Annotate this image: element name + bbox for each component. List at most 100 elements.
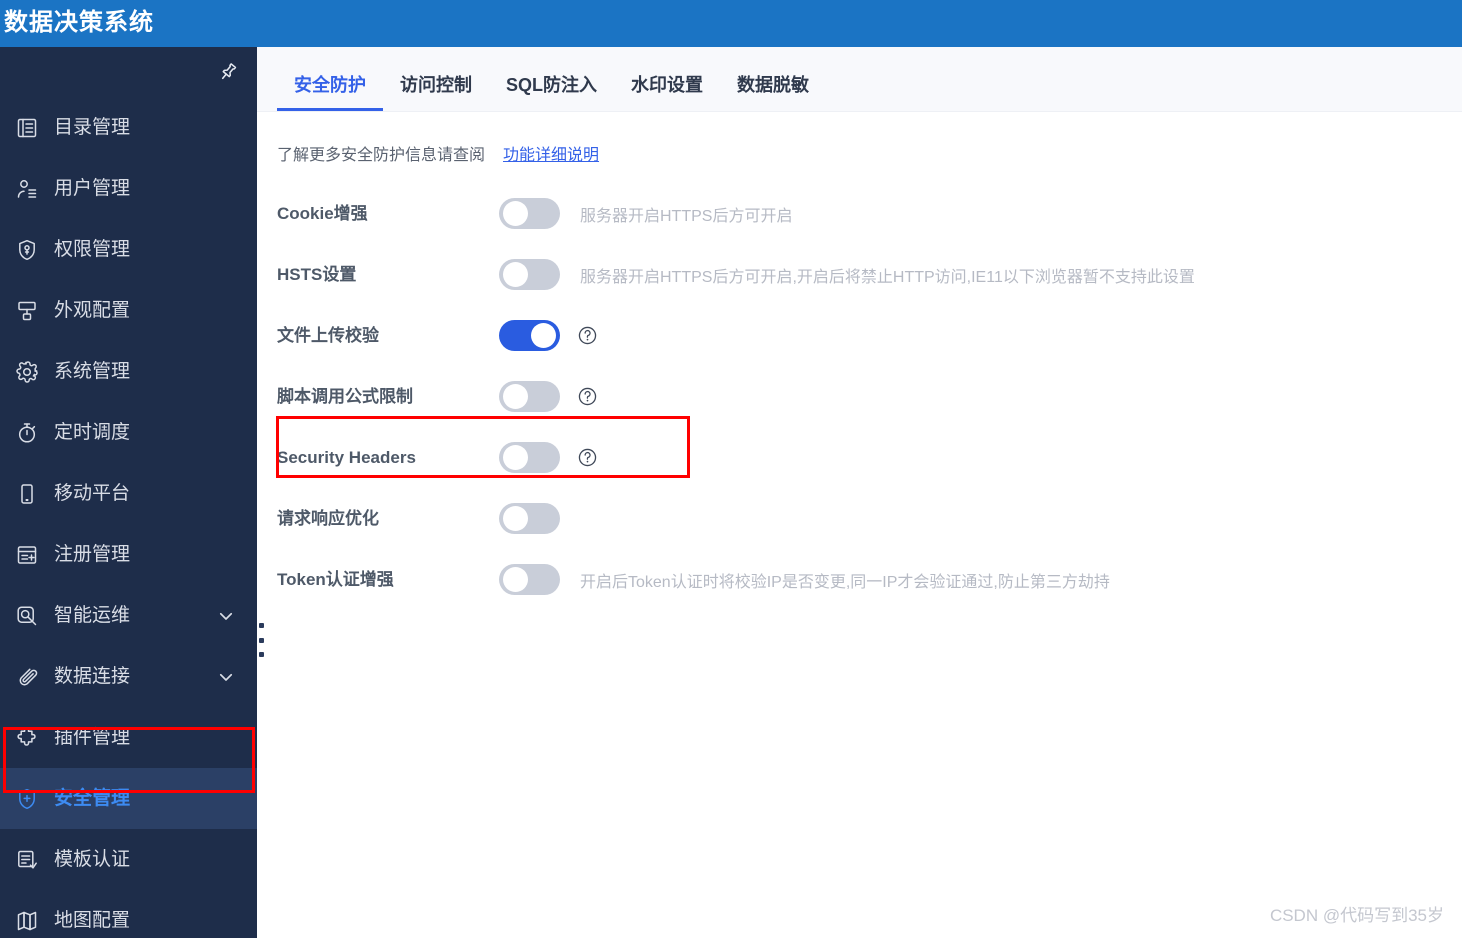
sidebar-nav-list: 目录管理用户管理权限管理外观配置系统管理定时调度移动平台注册管理智能运维数据连接… xyxy=(0,97,257,938)
setting-row-5: Security Headers xyxy=(277,427,1462,488)
sidebar-item-3[interactable]: 权限管理 xyxy=(0,219,257,280)
hint-row: 了解更多安全防护信息请查阅 功能详细说明 xyxy=(257,112,1462,165)
setting-description: 服务器开启HTTPS后方可开启,开启后将禁止HTTP访问,IE11以下浏览器暂不… xyxy=(580,268,1195,286)
sidebar-item-label: 安全管理 xyxy=(54,788,131,809)
setting-description: 服务器开启HTTPS后方可开启 xyxy=(580,207,793,225)
sidebar-item-4[interactable]: 外观配置 xyxy=(0,280,257,341)
app-title: 数据决策系统 xyxy=(4,8,154,36)
toggle-knob xyxy=(503,445,528,470)
shield-plus-icon xyxy=(14,786,40,812)
timer-icon xyxy=(14,420,40,446)
setting-label: 文件上传校验 xyxy=(277,326,379,345)
toggle-switch[interactable] xyxy=(499,564,560,595)
setting-label: HSTS设置 xyxy=(277,265,357,284)
sidebar-item-13[interactable]: 模板认证 xyxy=(0,829,257,890)
app-root: 数据决策系统 目录管理用户管理权限管理外观配置系统管理定时调度移动平台注册管理智… xyxy=(0,0,1462,938)
appearance-icon xyxy=(14,298,40,324)
help-question-icon[interactable] xyxy=(577,325,598,346)
setting-row-3: 文件上传校验 xyxy=(277,305,1462,366)
toggle-switch[interactable] xyxy=(499,442,560,473)
chevron-down-icon[interactable] xyxy=(217,668,235,686)
drag-dot xyxy=(259,623,264,628)
sidebar-item-6[interactable]: 定时调度 xyxy=(0,402,257,463)
app-header: 数据决策系统 xyxy=(0,0,1462,47)
sidebar-item-label: 权限管理 xyxy=(54,239,131,260)
map-icon xyxy=(14,908,40,934)
settings-list: Cookie增强 服务器开启HTTPS后方可开启 HSTS设置 服务器开启HTTPS后… xyxy=(257,165,1462,610)
sidebar-item-label: 注册管理 xyxy=(54,544,131,565)
sidebar-item-label: 数据连接 xyxy=(54,666,131,687)
toggle-knob xyxy=(503,384,528,409)
toggle-knob xyxy=(503,567,528,592)
user-icon xyxy=(14,176,40,202)
sidebar-item-label: 插件管理 xyxy=(54,727,131,748)
sidebar-item-label: 外观配置 xyxy=(54,300,131,321)
setting-row-1: Cookie增强 服务器开启HTTPS后方可开启 xyxy=(277,183,1462,244)
sidebar-item-label: 定时调度 xyxy=(54,422,131,443)
sidebar-item-11[interactable]: 插件管理 xyxy=(0,707,257,768)
toggle-switch[interactable] xyxy=(499,503,560,534)
tab-5[interactable]: 数据脱敏 xyxy=(720,76,826,111)
sidebar-item-label: 模板认证 xyxy=(54,849,131,870)
toggle-knob xyxy=(503,506,528,531)
watermark: CSDN @代码写到35岁 xyxy=(1269,906,1444,925)
template-auth-icon xyxy=(14,847,40,873)
setting-label: Token认证增强 xyxy=(277,570,394,589)
toggle-switch[interactable] xyxy=(499,381,560,412)
key-shield-icon xyxy=(14,237,40,263)
sidebar-item-5[interactable]: 系统管理 xyxy=(0,341,257,402)
chevron-down-icon[interactable] xyxy=(217,607,235,625)
tab-4[interactable]: 水印设置 xyxy=(614,76,720,111)
ops-magnifier-icon xyxy=(14,603,40,629)
toggle-switch[interactable] xyxy=(499,259,560,290)
tab-3[interactable]: SQL防注入 xyxy=(489,76,614,111)
sidebar-item-14[interactable]: 地图配置 xyxy=(0,890,257,938)
toggle-knob xyxy=(503,262,528,287)
setting-row-2: HSTS设置 服务器开启HTTPS后方可开启,开启后将禁止HTTP访问,IE11以… xyxy=(277,244,1462,305)
sidebar-item-1[interactable]: 目录管理 xyxy=(0,97,257,158)
sidebar-item-label: 地图配置 xyxy=(54,910,131,931)
hint-text: 了解更多安全防护信息请查阅 xyxy=(277,147,486,164)
sidebar-item-7[interactable]: 移动平台 xyxy=(0,463,257,524)
setting-row-4: 脚本调用公式限制 xyxy=(277,366,1462,427)
gear-icon xyxy=(14,359,40,385)
tab-2[interactable]: 访问控制 xyxy=(383,76,489,111)
sidebar-item-label: 智能运维 xyxy=(54,605,131,626)
toggle-knob xyxy=(503,201,528,226)
list-catalog-icon xyxy=(14,115,40,141)
tab-bar: 安全防护 访问控制 SQL防注入 水印设置 数据脱敏 xyxy=(257,47,1462,112)
content-area: 安全防护 访问控制 SQL防注入 水印设置 数据脱敏 了解更多安全防护信息请查阅 功能详… xyxy=(257,47,1462,938)
sidebar: 目录管理用户管理权限管理外观配置系统管理定时调度移动平台注册管理智能运维数据连接… xyxy=(0,47,257,938)
sidebar-item-9[interactable]: 智能运维 xyxy=(0,585,257,646)
setting-row-7: Token认证增强 开启后Token认证时将校验IP是否变更,同一IP才会验证通过… xyxy=(277,549,1462,610)
mobile-icon xyxy=(14,481,40,507)
drag-dot xyxy=(259,652,264,657)
toggle-knob xyxy=(531,323,556,348)
setting-row-6: 请求响应优化 xyxy=(277,488,1462,549)
help-question-icon[interactable] xyxy=(577,386,598,407)
sidebar-item-label: 移动平台 xyxy=(54,483,131,504)
register-icon xyxy=(14,542,40,568)
toggle-switch[interactable] xyxy=(499,320,560,351)
puzzle-icon xyxy=(14,725,40,751)
setting-label: 请求响应优化 xyxy=(277,509,379,528)
link-icon xyxy=(14,664,40,690)
setting-description: 开启后Token认证时将校验IP是否变更,同一IP才会验证通过,防止第三方劫持 xyxy=(580,573,1110,591)
toggle-switch[interactable] xyxy=(499,198,560,229)
pin-icon[interactable] xyxy=(217,61,239,83)
sidebar-item-label: 目录管理 xyxy=(54,117,131,138)
setting-label: Cookie增强 xyxy=(277,204,368,223)
sidebar-item-8[interactable]: 注册管理 xyxy=(0,524,257,585)
setting-label: Security Headers xyxy=(277,448,416,467)
sidebar-pin-row xyxy=(0,47,257,97)
sidebar-item-label: 用户管理 xyxy=(54,178,131,199)
sidebar-item-10[interactable]: 数据连接 xyxy=(0,646,257,707)
sidebar-resize-handle[interactable] xyxy=(259,623,265,657)
tab-1[interactable]: 安全防护 xyxy=(277,76,383,111)
sidebar-item-2[interactable]: 用户管理 xyxy=(0,158,257,219)
sidebar-item-12[interactable]: 安全管理 xyxy=(0,768,257,829)
setting-label: 脚本调用公式限制 xyxy=(277,387,413,406)
feature-detail-link[interactable]: 功能详细说明 xyxy=(503,141,599,165)
sidebar-item-label: 系统管理 xyxy=(54,361,131,382)
help-question-icon[interactable] xyxy=(577,447,598,468)
